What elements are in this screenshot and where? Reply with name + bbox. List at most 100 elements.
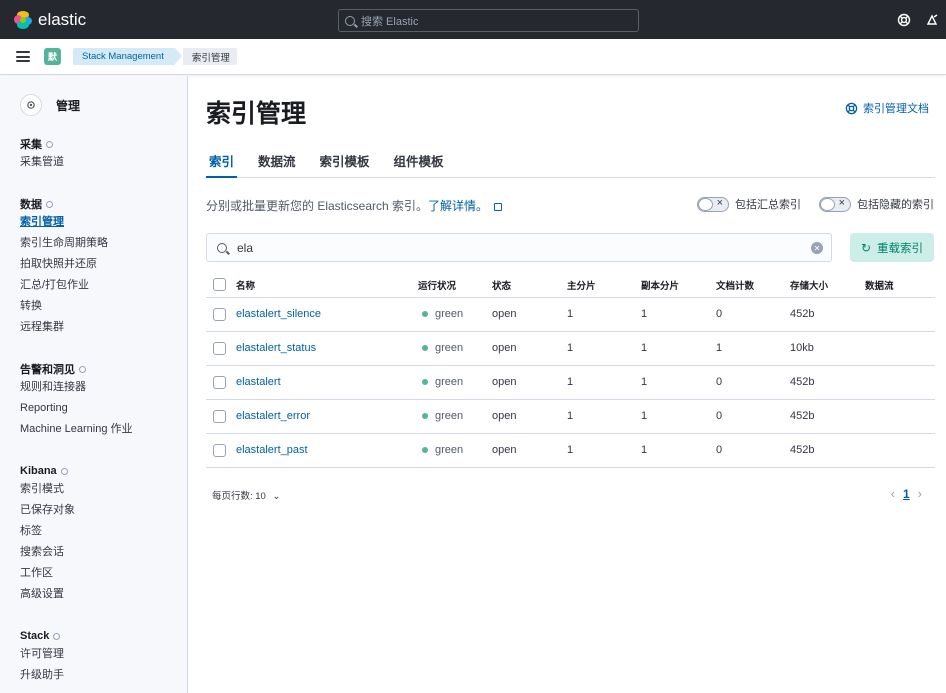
space-avatar[interactable]: 默 xyxy=(44,48,61,65)
data-stream-cell xyxy=(865,365,935,400)
elastic-logo[interactable]: elastic xyxy=(14,10,86,30)
tab-index-templates[interactable]: 索引模板 xyxy=(317,147,373,178)
column-header-primary[interactable]: 主分片 xyxy=(567,275,641,298)
sidebar-item-index-patterns[interactable]: 索引模式 xyxy=(20,479,75,500)
column-header-replica[interactable]: 副本分片 xyxy=(641,275,716,298)
toggle-include-rollup[interactable]: × 包括汇总索引 xyxy=(697,196,801,212)
reload-indices-button[interactable]: ↻ 重载索引 xyxy=(850,233,934,262)
size-cell: 452b xyxy=(790,365,865,400)
sidebar-item-rules-connectors[interactable]: 规则和连接器 xyxy=(20,377,133,398)
health-status-icon xyxy=(422,379,428,385)
table-row[interactable]: elastalert_past green open 1 1 0 452b xyxy=(206,433,935,468)
sidebar-group-data: 数据 索引管理 索引生命周期策略 拍取快照并还原 汇总/打包作业 转换 远程集群 xyxy=(20,196,108,338)
replica-cell: 1 xyxy=(641,399,716,434)
learn-more-link[interactable]: 了解详情。 xyxy=(428,199,488,213)
sidebar-item-advanced-settings[interactable]: 高级设置 xyxy=(20,584,75,605)
table-row[interactable]: elastalert_error green open 1 1 0 452b xyxy=(206,399,935,434)
index-name-link[interactable]: elastalert_silence xyxy=(236,308,321,320)
page-description: 分别或批量更新您的 Elasticsearch 索引。了解详情。 xyxy=(206,197,503,214)
breadcrumb-bar: 默 Stack Management 索引管理 xyxy=(0,39,946,75)
info-icon xyxy=(46,140,53,148)
sidebar-item-spaces[interactable]: 工作区 xyxy=(20,563,75,584)
replica-cell: 1 xyxy=(641,331,716,366)
search-icon xyxy=(345,15,355,26)
sidebar-item-rollup-jobs[interactable]: 汇总/打包作业 xyxy=(20,275,108,296)
sidebar-item-remote-clusters[interactable]: 远程集群 xyxy=(20,317,108,338)
page-number[interactable]: 1 xyxy=(903,487,910,501)
rows-per-page-select[interactable]: 每页行数: 10 ⌄ xyxy=(212,488,280,502)
index-name-link[interactable]: elastalert xyxy=(236,376,281,388)
table-row[interactable]: elastalert_status green open 1 1 1 10kb xyxy=(206,331,935,366)
row-checkbox[interactable] xyxy=(213,375,226,389)
column-header-size[interactable]: 存储大小 xyxy=(790,275,865,298)
sidebar-item-index-management[interactable]: 索引管理 xyxy=(20,212,108,233)
sidebar-item-ilm-policies[interactable]: 索引生命周期策略 xyxy=(20,233,108,254)
sidebar-item-reporting[interactable]: Reporting xyxy=(20,398,133,419)
external-link-icon xyxy=(494,202,503,211)
toggle-label: 包括汇总索引 xyxy=(735,199,801,211)
index-name-link[interactable]: elastalert_error xyxy=(236,410,310,422)
index-name-link[interactable]: elastalert_past xyxy=(236,444,308,456)
chevron-left-icon[interactable]: ‹ xyxy=(891,486,895,501)
hidden-switch[interactable]: × xyxy=(819,196,851,212)
replica-cell: 1 xyxy=(641,433,716,468)
size-cell: 10kb xyxy=(790,331,865,366)
search-value[interactable]: ela xyxy=(237,241,253,255)
column-header-data-stream[interactable]: 数据流 xyxy=(865,275,935,298)
global-search-input[interactable]: 搜索 Elastic xyxy=(338,9,639,32)
indices-table: 名称 运行状况 状态 主分片 副本分片 文档计数 存储大小 数据流 elasta… xyxy=(206,275,935,468)
column-header-status[interactable]: 状态 xyxy=(492,275,567,298)
breadcrumb-stack-management[interactable]: Stack Management xyxy=(73,48,182,65)
sidebar-item-snapshot-restore[interactable]: 拍取快照并还原 xyxy=(20,254,108,275)
help-button[interactable] xyxy=(890,0,918,39)
sidebar-item-saved-objects[interactable]: 已保存对象 xyxy=(20,500,75,521)
primary-cell: 1 xyxy=(567,399,641,434)
sidebar-item-upgrade-assistant[interactable]: 升级助手 xyxy=(20,665,64,686)
docs-cell: 0 xyxy=(716,365,790,400)
column-header-docs[interactable]: 文档计数 xyxy=(716,275,790,298)
docs-link[interactable]: 索引管理文档 xyxy=(845,100,929,116)
health-value: green xyxy=(435,376,464,388)
table-row[interactable]: elastalert_silence green open 1 1 0 452b xyxy=(206,297,935,332)
chevron-down-icon: ⌄ xyxy=(272,491,281,502)
size-cell: 452b xyxy=(790,399,865,434)
news-button[interactable] xyxy=(918,0,946,39)
chevron-right-icon[interactable]: › xyxy=(918,486,922,501)
gear-icon xyxy=(20,94,42,116)
row-checkbox[interactable] xyxy=(213,341,226,355)
clear-search-icon[interactable]: ✕ xyxy=(811,242,823,254)
tab-indices[interactable]: 索引 xyxy=(206,147,238,178)
tab-data-streams[interactable]: 数据流 xyxy=(255,147,299,178)
tab-component-templates[interactable]: 组件模板 xyxy=(391,147,447,178)
index-name-link[interactable]: elastalert_status xyxy=(236,342,316,354)
index-search-input[interactable]: ela ✕ xyxy=(206,233,832,262)
row-checkbox[interactable] xyxy=(213,409,226,423)
brand-name: elastic xyxy=(38,9,87,29)
rollup-switch[interactable]: × xyxy=(697,196,729,212)
data-stream-cell xyxy=(865,331,935,366)
sidebar-group-kibana: Kibana 索引模式 已保存对象 标签 搜索会话 工作区 高级设置 xyxy=(20,463,75,605)
health-status-icon xyxy=(422,345,428,351)
menu-toggle-icon[interactable] xyxy=(16,51,30,62)
sidebar-group-ingest: 采集 采集管道 xyxy=(20,136,64,173)
primary-cell: 1 xyxy=(567,433,641,468)
column-header-health[interactable]: 运行状况 xyxy=(418,275,492,298)
sidebar-item-ingest-pipelines[interactable]: 采集管道 xyxy=(20,152,64,173)
sidebar-title: 管理 xyxy=(56,98,81,113)
search-icon xyxy=(217,242,227,253)
cross-icon: × xyxy=(838,196,845,209)
sidebar-item-transforms[interactable]: 转换 xyxy=(20,296,108,317)
toggle-include-hidden[interactable]: × 包括隐藏的索引 xyxy=(819,196,934,212)
sidebar-item-tags[interactable]: 标签 xyxy=(20,521,75,542)
health-status-icon xyxy=(422,413,428,419)
select-all-checkbox[interactable] xyxy=(213,278,226,292)
table-row[interactable]: elastalert green open 1 1 0 452b xyxy=(206,365,935,400)
health-value: green xyxy=(435,308,464,320)
row-checkbox[interactable] xyxy=(213,443,226,457)
sidebar-item-ml-jobs[interactable]: Machine Learning 作业 xyxy=(20,419,133,440)
row-checkbox[interactable] xyxy=(213,307,226,321)
sidebar-item-search-sessions[interactable]: 搜索会话 xyxy=(20,542,75,563)
group-title: Stack xyxy=(20,630,50,642)
column-header-name[interactable]: 名称 xyxy=(236,275,418,298)
sidebar-item-license-management[interactable]: 许可管理 xyxy=(20,644,64,665)
